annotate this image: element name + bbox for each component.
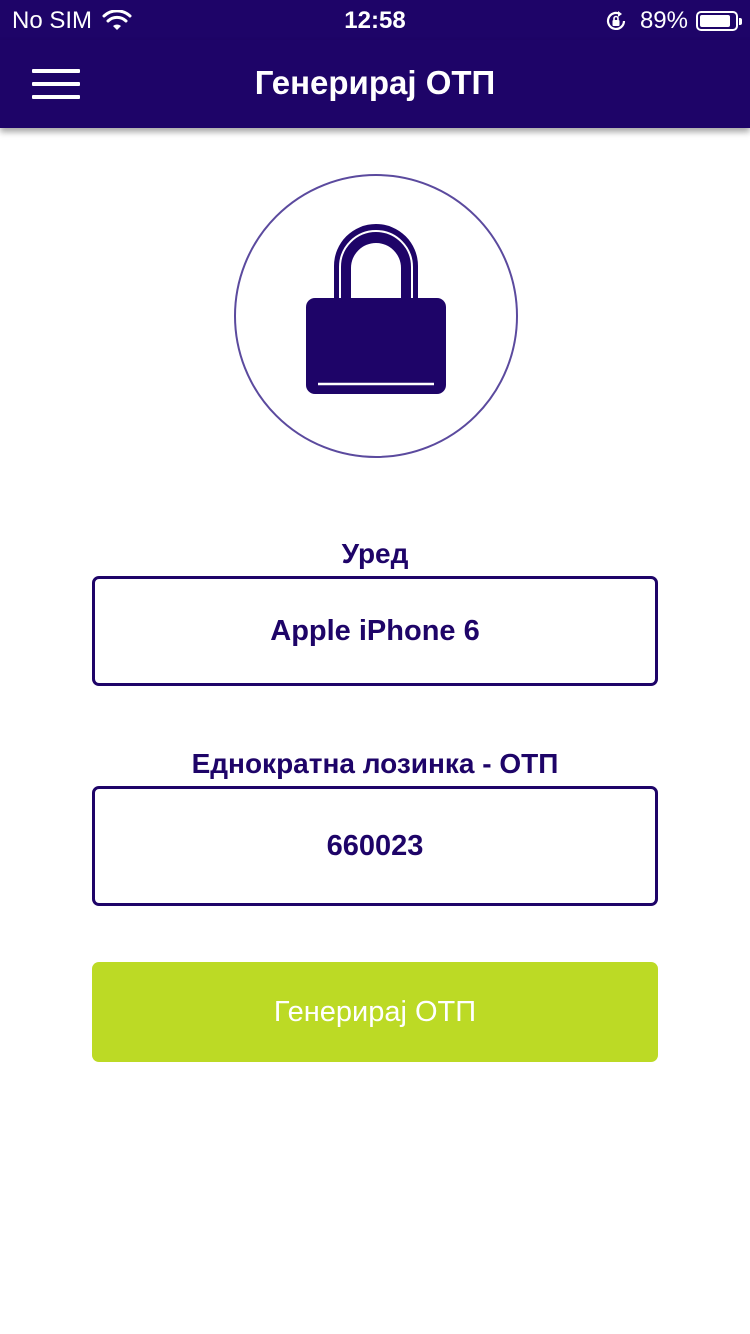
device-label: Уред bbox=[341, 538, 409, 569]
status-bar: No SIM 12:58 89% bbox=[0, 0, 750, 40]
generate-otp-button[interactable]: Генерирај ОТП bbox=[92, 962, 658, 1062]
otp-label: Еднократна лозинка - ОТП bbox=[191, 748, 559, 779]
lock-badge bbox=[234, 174, 518, 458]
battery-icon bbox=[696, 11, 742, 31]
status-right-group: 89% bbox=[604, 7, 742, 35]
page-title: Генерирај ОТП bbox=[254, 64, 496, 101]
battery-nub bbox=[739, 18, 742, 25]
device-field[interactable]: Apple iPhone 6 bbox=[92, 576, 658, 686]
battery-fill bbox=[700, 15, 731, 27]
lock-icon bbox=[306, 224, 446, 394]
nav-bar: Генерирај ОТП bbox=[0, 40, 750, 128]
otp-field[interactable]: 660023 bbox=[92, 786, 658, 906]
otp-value: 660023 bbox=[326, 829, 424, 862]
rotation-lock-icon bbox=[606, 11, 626, 30]
battery-percent: 89% bbox=[639, 7, 688, 34]
device-value: Apple iPhone 6 bbox=[270, 614, 480, 647]
